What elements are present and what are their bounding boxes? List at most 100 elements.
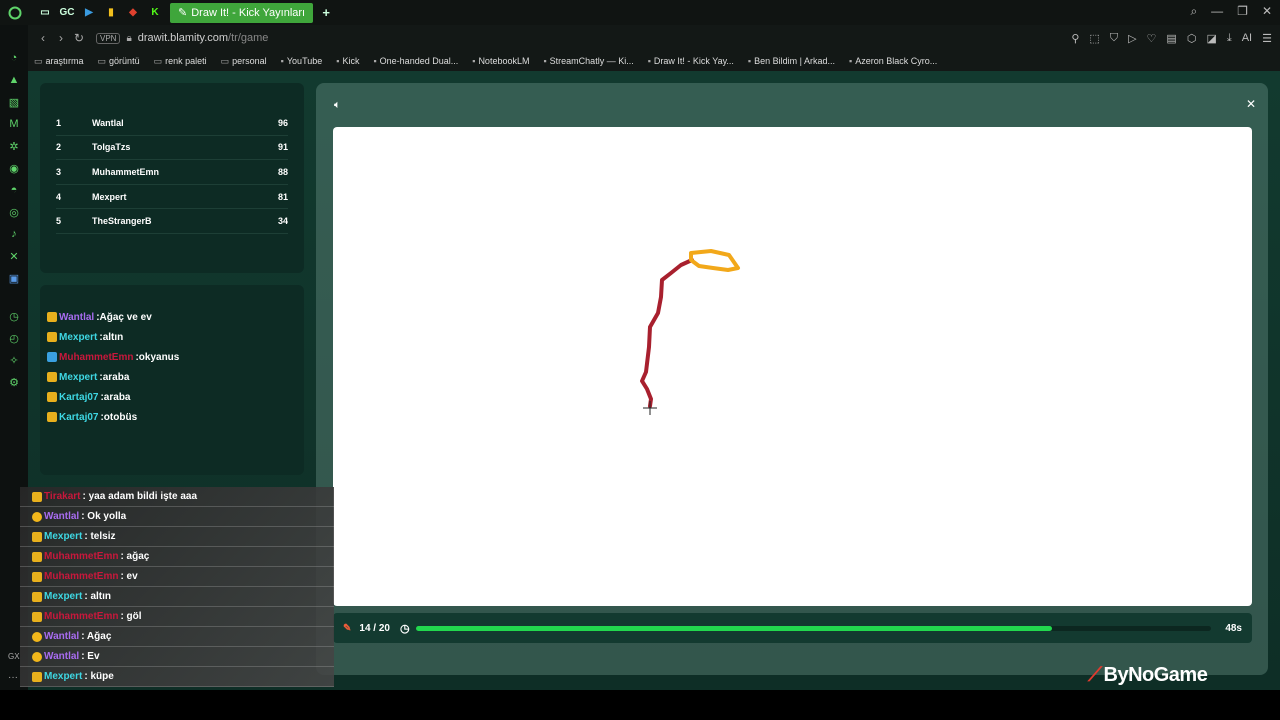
search-icon[interactable]: ⌕ [1190,4,1197,19]
tab-active[interactable]: ✎ Draw It! - Kick Yayınları [170,2,314,23]
address-actions: ⚲ ⬚ ⛉ ▷ ♡ ▤ ⬡ ◪ ⤓ AI ☰ [1071,32,1272,45]
bookmark-item[interactable]: ▭ görüntü [98,56,140,67]
whatsapp-icon[interactable]: ◉ [7,161,21,175]
gx-label[interactable]: GX [8,652,20,661]
speed-dial-icon[interactable]: ◔ [7,51,21,65]
stream-chat-text: : yaa adam bildi işte aaa [82,491,198,502]
close-icon[interactable]: ✕ [1262,4,1272,19]
opera-icon[interactable] [4,2,26,24]
url-path: /tr/game [228,32,269,44]
shield-icon[interactable]: ⛉ [1110,32,1118,45]
x-icon[interactable]: ✕ [7,249,21,263]
chat-username[interactable]: MuhammetEmn [59,352,133,363]
extensions-icon[interactable]: ✧ [7,353,21,367]
time-progress-fill [415,625,1053,631]
kick-icon[interactable]: K [144,2,166,24]
stream-chat-message: Wantlal: Ev [20,647,334,667]
cube-icon[interactable]: ⬡ [1187,32,1197,45]
bookmark-label: One-handed Dual... [379,56,459,66]
bookmark-item[interactable]: ▭ araştırma [34,56,84,67]
m-icon[interactable]: M [7,117,21,131]
sound-icon[interactable]: 🔈︎ [334,99,341,112]
bookmark-item[interactable]: ▪ Draw It! - Kick Yay... [648,56,734,66]
diamond-icon[interactable]: ◆ [122,2,144,24]
url-field[interactable]: drawit.blamity.com/tr/game [138,32,269,44]
crown-badge-icon [47,332,57,342]
chat-username[interactable]: Kartaj07 [59,412,98,423]
reload-icon[interactable]: ↻ [70,31,88,45]
leaderboard-rank: 3 [56,166,62,177]
draw-icon: ✎ [178,7,188,19]
close-game-button[interactable]: ✕ [1246,97,1256,111]
player-icon[interactable]: ◷ [7,309,21,323]
leaderboard-score: 91 [277,142,288,153]
crown-badge-icon [32,671,42,682]
folder-icon: ▭ [34,55,43,66]
bookmark-item[interactable]: ▪ StreamChatly — Ki... [543,56,633,66]
bars-icon[interactable]: ▮ [100,2,122,24]
leaderboard-score: 88 [277,166,288,177]
bookmark-label: araştırma [45,56,84,66]
bookmark-item[interactable]: ▭ personal [221,56,267,67]
bookmark-item[interactable]: ▪ NotebookLM [472,56,529,66]
tiktok-icon[interactable]: ♪ [7,227,21,241]
bookmark-item[interactable]: ▪ YouTube [281,56,323,66]
bookmark-item[interactable]: ▪ Azeron Black Cyro... [849,56,937,66]
snapshot-icon[interactable]: ⬚ [1089,32,1099,45]
pin-icon[interactable]: ⚲ [1071,32,1079,45]
stream-chat-username: Wantlal [44,651,80,662]
chat-username[interactable]: Kartaj07 [59,392,98,403]
chat-message: Mexpert:araba [47,367,304,387]
stream-chat-text: : göl [120,611,142,622]
stream-chat-text: : telsiz [84,531,116,542]
chat-message: Kartaj07:otobüs [47,407,304,427]
bag-icon[interactable]: ▲ [7,73,21,87]
bookmark-label: Azeron Black Cyro... [855,56,938,66]
discord-icon[interactable]: ◓ [7,183,21,197]
crown-badge-icon [47,372,57,382]
box-icon[interactable]: ▧ [7,95,21,109]
gc-icon[interactable]: GC [56,2,78,24]
minimize-icon[interactable]: — [1211,4,1223,19]
stream-chat-text: : Ok yolla [81,511,127,522]
gallery-icon[interactable]: ▭ [34,2,56,24]
history-icon[interactable]: ◴ [7,331,21,345]
coin-badge-icon [32,651,42,662]
chat-icon: ▪ [543,56,547,66]
chat-username[interactable]: Mexpert [59,372,97,383]
stream-chat-text: : küpe [84,671,114,682]
leaderboard-score: 81 [277,191,288,202]
bookmark-item[interactable]: ▪ Kick [336,56,359,66]
bookmark-item[interactable]: ▪ One-handed Dual... [373,56,458,66]
settings-icon[interactable]: ⚙ [7,375,21,389]
chat-username[interactable]: Mexpert [59,332,97,343]
bookmark-item[interactable]: ▪ Ben Bildim | Arkad... [748,56,835,66]
bookmark-item[interactable]: ▭ renk paleti [154,56,207,67]
leaderboard-score: 96 [277,117,288,128]
ai-button[interactable]: AI [1242,32,1252,45]
download-icon[interactable]: ⤓ [1227,32,1232,45]
stream-chat-message: Mexpert: küpe [20,667,334,687]
more-icon[interactable]: ··· [8,672,18,683]
chat-text: :okyanus [135,351,180,363]
stream-chat-message: MuhammetEmn: ev [20,567,334,587]
restore-icon[interactable]: ❐ [1237,4,1248,19]
play-outline-icon[interactable]: ▷ [1128,32,1136,45]
vpn-badge[interactable]: VPN [96,32,121,44]
bookmark-icon[interactable]: ▤ [1166,32,1176,45]
stream-chat-username: Mexpert [44,531,83,542]
back-icon[interactable]: ‹ [34,31,52,45]
new-tab-button[interactable]: + [315,2,337,24]
menu-icon[interactable]: ☰ [1262,32,1272,45]
crown-badge-icon [47,392,57,402]
app-icon[interactable]: ▣ [7,271,21,285]
profile-icon[interactable]: ◪ [1206,32,1216,45]
forward-icon[interactable]: › [52,31,70,45]
instagram-icon[interactable]: ◎ [7,205,21,219]
leaderboard-name: MuhammetEmn [92,166,160,177]
play-icon[interactable]: ▶ [78,2,100,24]
chatgpt-icon[interactable]: ✲ [7,139,21,153]
drawing-canvas[interactable] [333,127,1252,606]
chat-username[interactable]: Wantlal [59,312,94,323]
heart-icon[interactable]: ♡ [1147,32,1157,45]
